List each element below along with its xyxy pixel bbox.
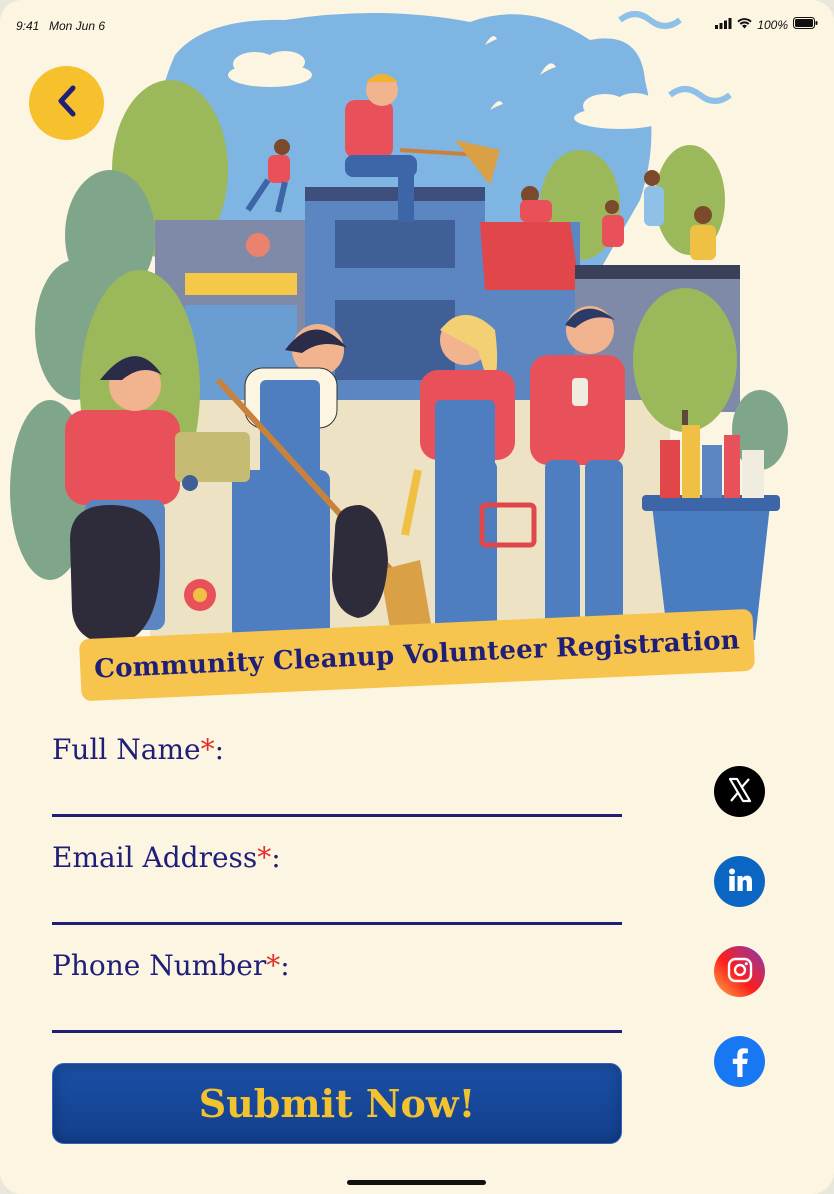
phone-input[interactable] bbox=[52, 990, 622, 1033]
registration-form: Full Name*: Email Address*: Phone Number… bbox=[52, 730, 622, 1054]
wifi-icon bbox=[737, 17, 752, 32]
phone-label: Phone Number*: bbox=[52, 949, 290, 982]
back-button[interactable] bbox=[29, 66, 104, 140]
required-asterisk: * bbox=[266, 949, 281, 982]
submit-button[interactable]: Submit Now! bbox=[52, 1063, 622, 1144]
required-asterisk: * bbox=[200, 733, 215, 766]
facebook-icon bbox=[725, 1043, 755, 1081]
x-twitter-link[interactable] bbox=[714, 766, 765, 817]
home-indicator bbox=[347, 1180, 486, 1185]
full-name-field: Full Name*: bbox=[52, 730, 622, 838]
full-name-label: Full Name*: bbox=[52, 733, 225, 766]
chevron-left-icon bbox=[54, 84, 80, 122]
phone-field: Phone Number*: bbox=[52, 946, 622, 1054]
battery-percent: 100% bbox=[757, 17, 788, 32]
linkedin-icon bbox=[725, 865, 755, 899]
email-input[interactable] bbox=[52, 882, 622, 925]
x-twitter-icon bbox=[726, 776, 754, 808]
facebook-link[interactable] bbox=[714, 1036, 765, 1087]
hero-illustration bbox=[0, 0, 834, 660]
status-date: Mon Jun 6 bbox=[49, 19, 106, 33]
signal-icon bbox=[715, 17, 732, 32]
email-label: Email Address*: bbox=[52, 841, 281, 874]
status-bar: 9:41 Mon Jun 6 100% bbox=[0, 0, 834, 50]
email-field: Email Address*: bbox=[52, 838, 622, 946]
status-indicators: 100% bbox=[715, 17, 818, 32]
full-name-input[interactable] bbox=[52, 774, 622, 817]
instagram-link[interactable] bbox=[714, 946, 765, 997]
battery-icon bbox=[793, 17, 818, 32]
instagram-icon bbox=[726, 956, 754, 988]
app-screen: 9:41 Mon Jun 6 100% Community Cleanup Vo… bbox=[0, 0, 834, 1194]
linkedin-link[interactable] bbox=[714, 856, 765, 907]
required-asterisk: * bbox=[257, 841, 272, 874]
status-time: 9:41 bbox=[16, 19, 40, 33]
